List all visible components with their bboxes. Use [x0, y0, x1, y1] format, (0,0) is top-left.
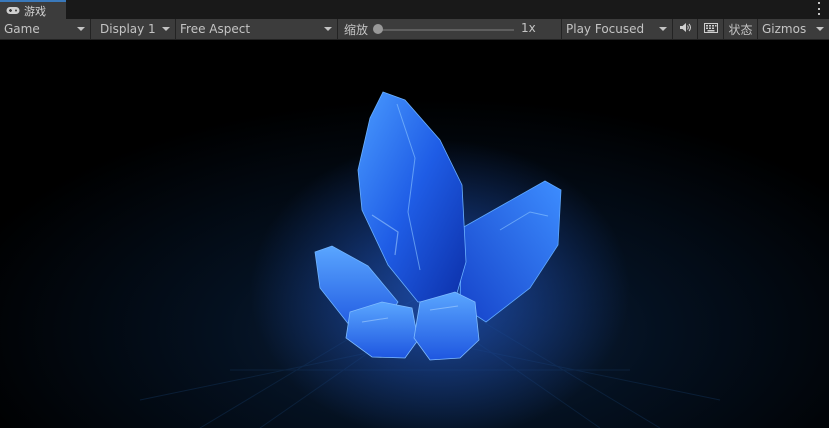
scene-render [0, 40, 829, 428]
play-mode-dropdown[interactable]: Play Focused [562, 19, 673, 39]
gizmos-label: Gizmos [762, 22, 807, 36]
gamepad-icon [6, 4, 20, 18]
chevron-down-icon[interactable] [816, 27, 824, 31]
scale-value: 1x [521, 21, 536, 35]
chevron-down-icon [77, 27, 85, 31]
stats-label: 状态 [728, 22, 753, 37]
view-mode-dropdown[interactable]: Game [0, 19, 91, 39]
chevron-down-icon [324, 27, 332, 31]
speaker-icon [679, 22, 692, 36]
scale-label: 缩放 [344, 23, 369, 37]
stats-button[interactable]: 状态 [724, 19, 758, 39]
chevron-down-icon [659, 27, 667, 31]
chevron-down-icon [162, 27, 170, 31]
tab-game[interactable]: 游戏 [0, 0, 66, 19]
play-mode-label: Play Focused [566, 22, 645, 36]
scale-slider-track[interactable] [378, 29, 514, 31]
tab-label: 游戏 [24, 4, 46, 18]
gizmos-button[interactable]: Gizmos [758, 19, 829, 39]
keyboard-shortcuts-button[interactable] [698, 19, 724, 39]
display-label: Display 1 [100, 22, 156, 36]
aspect-dropdown[interactable]: Free Aspect [176, 19, 338, 39]
scale-slider-handle[interactable] [373, 24, 383, 34]
mute-audio-button[interactable] [673, 19, 698, 39]
aspect-label: Free Aspect [180, 22, 251, 36]
game-viewport[interactable] [0, 40, 829, 428]
keyboard-icon [703, 22, 718, 36]
tab-strip: 游戏 [0, 0, 829, 19]
more-vertical-icon[interactable] [817, 2, 821, 15]
display-dropdown[interactable]: Display 1 [91, 19, 176, 39]
view-mode-label: Game [4, 22, 40, 36]
